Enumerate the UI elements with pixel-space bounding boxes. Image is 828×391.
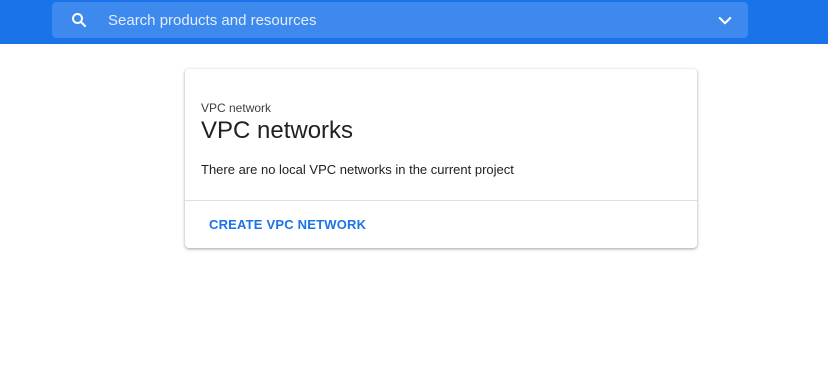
search-icon[interactable] xyxy=(70,11,88,29)
page-title: VPC networks xyxy=(201,117,354,144)
empty-state-message: There are no local VPC networks in the c… xyxy=(201,162,514,177)
create-vpc-network-button[interactable]: CREATE VPC NETWORK xyxy=(201,209,374,241)
breadcrumb: VPC network xyxy=(201,101,272,115)
top-bar xyxy=(0,0,828,44)
search-input[interactable] xyxy=(108,2,698,38)
divider xyxy=(185,200,697,201)
search-bar[interactable] xyxy=(52,2,748,38)
vpc-networks-card: VPC network VPC networks There are no lo… xyxy=(185,69,697,248)
chevron-down-icon[interactable] xyxy=(716,12,734,30)
